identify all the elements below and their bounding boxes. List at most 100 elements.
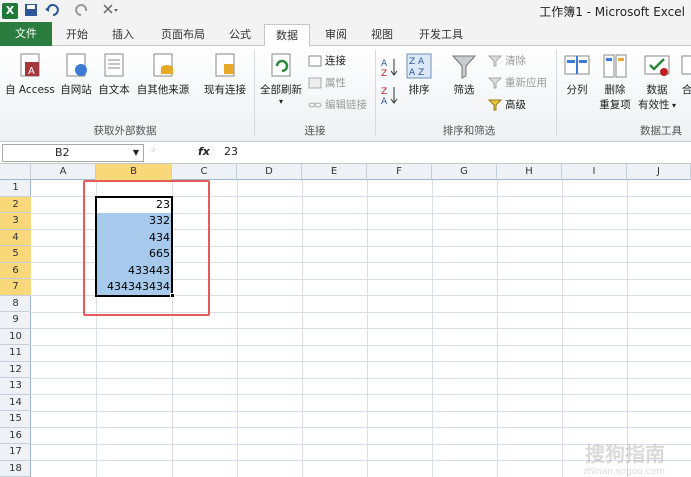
svg-text:Z: Z [381, 69, 387, 78]
tab-home[interactable]: 开始 [58, 24, 96, 46]
row-header-18[interactable]: 18 [0, 461, 31, 477]
advanced-button[interactable]: 高级 [487, 96, 526, 114]
validation-dropdown-icon[interactable]: ▾ [669, 101, 676, 110]
column-header-h[interactable]: H [497, 164, 562, 180]
row-header-1[interactable]: 1 [0, 180, 31, 197]
from-other-sources-button[interactable]: 自其他来源 [134, 52, 192, 97]
redo-icon[interactable] [74, 3, 90, 19]
title-bar: X 工作簿1 - Microsoft Excel [0, 0, 691, 22]
ribbon: A 自 Access 自网站 自文本 自其他来源 现有连接 获取外部数据 全部刷… [0, 46, 691, 142]
row-header-3[interactable]: 3 [0, 213, 31, 230]
grid-line [31, 427, 691, 428]
column-header-e[interactable]: E [302, 164, 367, 180]
row-headers: 1 2 3 4 5 6 7 8 9 10 11 12 13 14 15 16 1… [0, 180, 31, 477]
column-header-f[interactable]: F [367, 164, 432, 180]
row-header-11[interactable]: 11 [0, 345, 31, 362]
tab-formulas[interactable]: 公式 [220, 24, 260, 46]
row-header-9[interactable]: 9 [0, 312, 31, 329]
reapply-label: 重新应用 [505, 77, 547, 89]
sort-label: 排序 [408, 84, 430, 96]
svg-text:A Z: A Z [409, 68, 424, 78]
filter-button[interactable]: 筛选 [446, 52, 482, 97]
row-header-8[interactable]: 8 [0, 296, 31, 312]
tab-review[interactable]: 审阅 [316, 24, 356, 46]
row-header-5[interactable]: 5 [0, 246, 31, 263]
remove-duplicates-icon [603, 54, 627, 78]
from-text-button[interactable]: 自文本 [96, 52, 132, 97]
clear-button[interactable]: 清除 [487, 52, 526, 70]
refresh-dropdown-icon[interactable]: ▾ [258, 97, 304, 106]
svg-text:A: A [381, 97, 388, 106]
name-box[interactable]: B2 ▼ [2, 144, 144, 162]
undo-icon[interactable] [44, 3, 60, 19]
column-header-d[interactable]: D [237, 164, 302, 180]
edit-links-button[interactable]: 编辑链接 [308, 96, 367, 114]
sort-button[interactable]: Z AA Z 排序 [402, 52, 436, 97]
row-header-13[interactable]: 13 [0, 378, 31, 395]
refresh-all-label: 全部刷新 [260, 84, 302, 96]
grid-line [31, 361, 691, 362]
row-header-7[interactable]: 7 [0, 279, 31, 296]
properties-button[interactable]: 属性 [308, 74, 346, 92]
row-header-15[interactable]: 15 [0, 411, 31, 428]
from-other-label: 自其他来源 [136, 84, 190, 96]
watermark: 搜狗指南 [585, 442, 665, 466]
spreadsheet-grid[interactable]: A B C D E F G H I J 1 2 3 4 5 6 7 8 9 10… [0, 164, 691, 477]
column-header-j[interactable]: J [627, 164, 691, 180]
from-text-label: 自文本 [98, 84, 130, 96]
consolidate-icon [681, 55, 691, 75]
connections-button[interactable]: 连接 [308, 52, 346, 70]
from-web-button[interactable]: 自网站 [58, 52, 94, 97]
remove-duplicates-button[interactable]: 删除 重复项 [596, 52, 634, 112]
tab-file[interactable]: 文件 [0, 22, 52, 46]
ribbon-tabs: 文件 开始 插入 页面布局 公式 数据 审阅 视图 开发工具 [0, 22, 691, 47]
consolidate-button[interactable]: 合 [680, 52, 691, 97]
column-header-i[interactable]: I [562, 164, 627, 180]
insert-function-icon[interactable]: fx [198, 145, 210, 158]
refresh-all-button[interactable]: 全部刷新 ▾ [258, 52, 304, 106]
row-header-16[interactable]: 16 [0, 428, 31, 444]
clear-filter-icon [487, 55, 503, 67]
column-header-c[interactable]: C [172, 164, 237, 180]
sort-az-button[interactable]: AZ [380, 56, 400, 81]
cell-area[interactable]: 23 332 434 665 433443 434343434 [31, 180, 691, 477]
validation-label-1: 数据 [646, 84, 668, 96]
tab-page-layout[interactable]: 页面布局 [152, 24, 214, 46]
tab-developer[interactable]: 开发工具 [410, 24, 472, 46]
existing-connections-button[interactable]: 现有连接 [200, 52, 250, 97]
window-title: 工作簿1 - Microsoft Excel [539, 5, 685, 19]
reapply-button[interactable]: 重新应用 [487, 74, 547, 92]
save-icon[interactable] [24, 3, 38, 19]
watermark-url: zhinan.sogou.com [583, 467, 665, 477]
tab-data[interactable]: 数据 [264, 24, 310, 47]
column-header-g[interactable]: G [432, 164, 497, 180]
customize-icon[interactable] [102, 3, 120, 19]
advanced-label: 高级 [505, 99, 526, 111]
name-box-dropdown-icon[interactable]: ▼ [133, 145, 139, 161]
sort-za-button[interactable]: ZA [380, 84, 400, 109]
text-file-icon [104, 53, 124, 77]
row-header-4[interactable]: 4 [0, 229, 31, 246]
column-header-b[interactable]: B [96, 164, 172, 180]
row-header-10[interactable]: 10 [0, 329, 31, 345]
text-to-columns-button[interactable]: 分列 [560, 52, 594, 97]
group-label-external: 获取外部数据 [93, 125, 157, 137]
sort-za-icon: ZA [381, 87, 398, 107]
row-header-12[interactable]: 12 [0, 362, 31, 378]
formula-input[interactable]: 23 [224, 145, 238, 158]
select-all-corner[interactable] [0, 164, 31, 180]
from-access-button[interactable]: A 自 Access [4, 52, 56, 97]
grid-line [31, 394, 691, 395]
name-box-value: B2 [55, 146, 70, 159]
data-validation-button[interactable]: 数据 有效性 ▾ [636, 52, 678, 112]
refresh-icon [271, 53, 291, 77]
row-header-2[interactable]: 2 [0, 196, 31, 213]
web-icon [66, 53, 87, 77]
column-header-a[interactable]: A [31, 164, 96, 180]
row-header-6[interactable]: 6 [0, 262, 31, 279]
tab-view[interactable]: 视图 [362, 24, 402, 46]
row-header-14[interactable]: 14 [0, 395, 31, 411]
tab-insert[interactable]: 插入 [104, 24, 142, 46]
group-label-sort-filter: 排序和筛选 [442, 125, 496, 137]
row-header-17[interactable]: 17 [0, 444, 31, 461]
